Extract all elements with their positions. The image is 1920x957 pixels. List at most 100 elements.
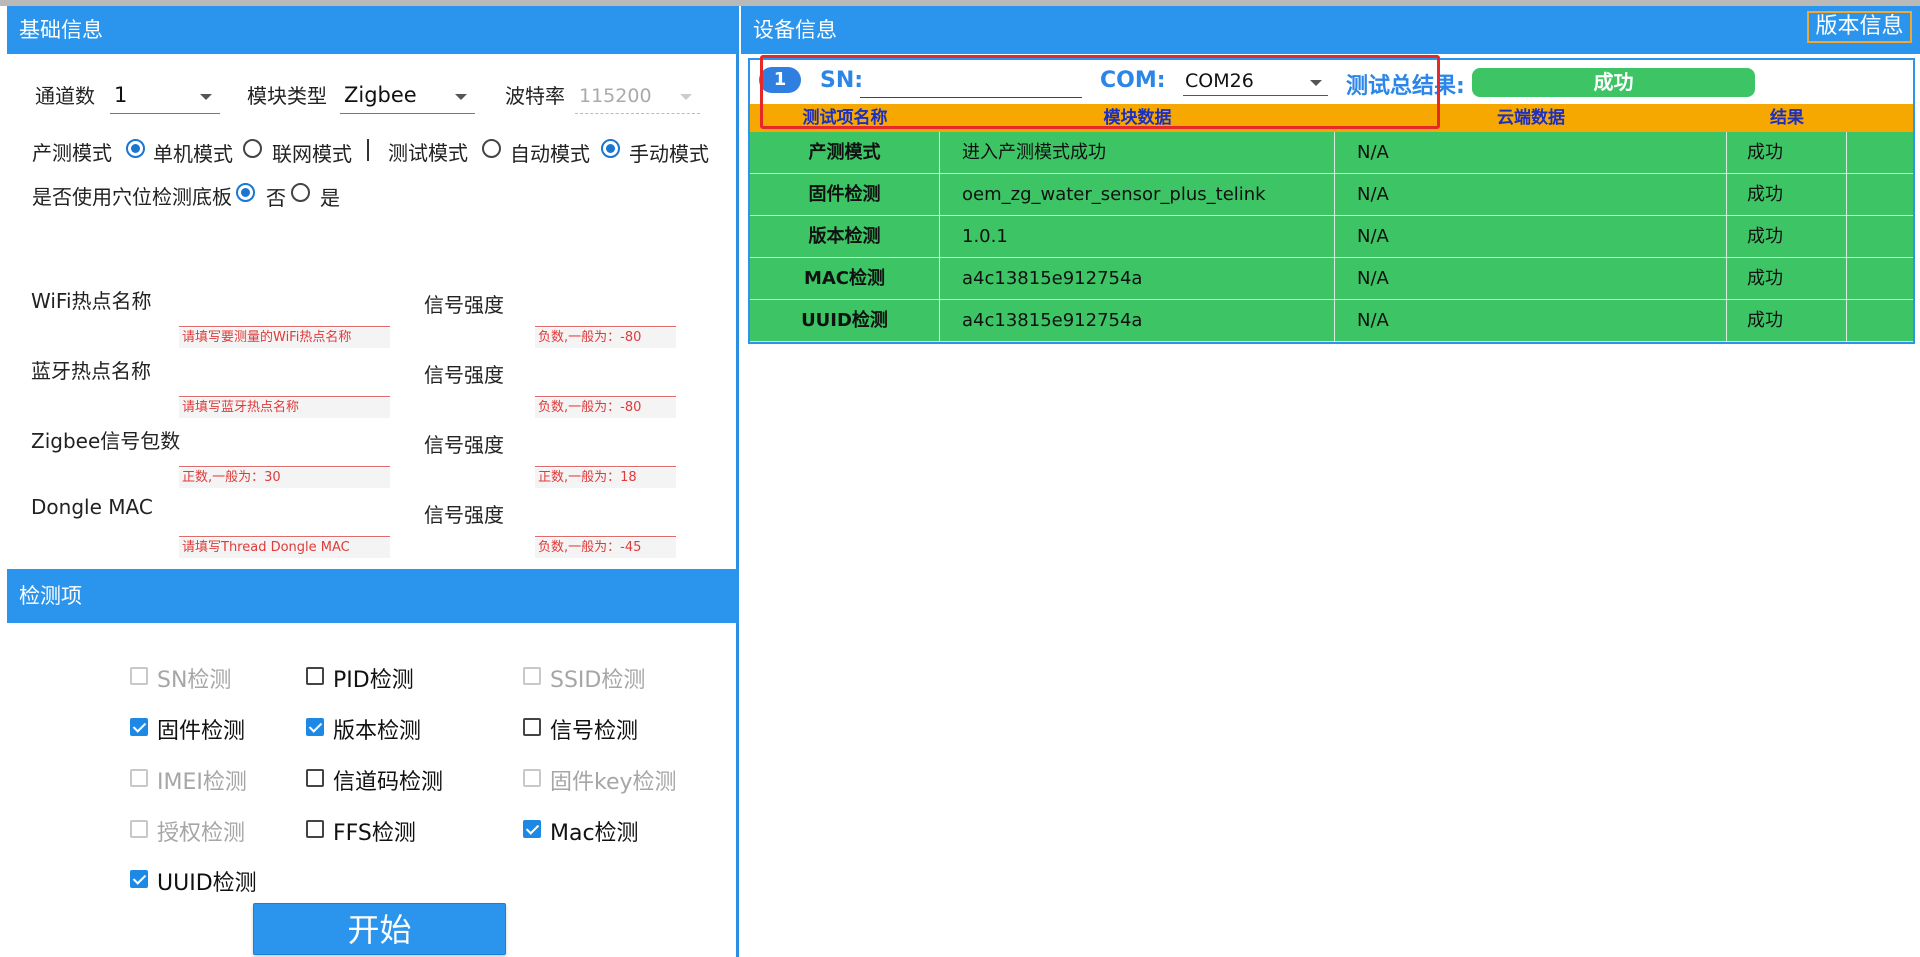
- baud-select[interactable]: 115200: [575, 78, 700, 114]
- channels-label: 通道数: [35, 84, 95, 108]
- table-row: 产测模式 进入产测模式成功 N/A 成功: [750, 132, 1913, 174]
- checkbox-firmware-key[interactable]: [523, 769, 541, 787]
- zigbee-label: Zigbee信号包数: [31, 429, 181, 453]
- radio-auto[interactable]: [482, 139, 501, 158]
- wifi-signal-label: 信号强度: [424, 293, 504, 317]
- checkbox-mac[interactable]: [523, 820, 541, 838]
- device-info-title: 设备信息: [753, 18, 837, 42]
- checkbox-auth[interactable]: [130, 820, 148, 838]
- col-header-result: 结果: [1770, 108, 1804, 128]
- checkbox-version-label: 版本检测: [333, 719, 422, 744]
- radio-network-label: 联网模式: [272, 142, 352, 166]
- channels-select[interactable]: 1: [110, 78, 220, 114]
- cave-label: 是否使用穴位检测底板: [32, 185, 232, 209]
- radio-auto-label: 自动模式: [510, 142, 590, 166]
- radio-cave-no[interactable]: [236, 183, 255, 202]
- dongle-input[interactable]: [179, 513, 390, 537]
- table-row: 版本检测 1.0.1 N/A 成功: [750, 216, 1913, 258]
- radio-manual[interactable]: [601, 139, 620, 158]
- cell-result: 成功: [1727, 216, 1847, 258]
- device-info-panel: 设备信息 版本信息 1 SN: COM: COM26 测试总结果: 成功 测试项…: [741, 6, 1920, 957]
- checkbox-pid[interactable]: [306, 667, 324, 685]
- checkbox-ffs[interactable]: [306, 820, 324, 838]
- baud-value: 115200: [579, 85, 652, 107]
- chevron-down-icon: [200, 94, 212, 100]
- cell-cloud: N/A: [1335, 174, 1727, 216]
- checks-header: 检测项: [7, 569, 739, 623]
- checkbox-sn-label: SN检测: [157, 668, 232, 693]
- zigbee-signal-hint: 正数,一般为：18: [535, 468, 676, 488]
- bt-hint: 请填写蓝牙热点名称: [179, 398, 390, 418]
- zigbee-signal-label: 信号强度: [424, 433, 504, 457]
- device-info-header: 设备信息: [741, 6, 1920, 54]
- checkbox-ssid-label: SSID检测: [550, 668, 646, 693]
- zigbee-input[interactable]: [179, 443, 390, 467]
- bt-input[interactable]: [179, 373, 390, 397]
- checkbox-pid-label: PID检测: [333, 668, 414, 693]
- chevron-down-icon: [680, 94, 692, 100]
- cell-item: UUID检测: [750, 300, 940, 342]
- start-button[interactable]: 开始: [253, 903, 506, 955]
- checkbox-firmware-label: 固件检测: [157, 719, 246, 744]
- cell-module: a4c13815e912754a: [940, 300, 1335, 342]
- baud-label: 波特率: [505, 84, 565, 108]
- prod-mode-label: 产测模式: [32, 141, 112, 165]
- module-type-label: 模块类型: [247, 84, 327, 108]
- cell-result: 成功: [1727, 174, 1847, 216]
- cell-module: oem_zg_water_sensor_plus_telink: [940, 174, 1335, 216]
- cell-module: 1.0.1: [940, 216, 1335, 258]
- wifi-input[interactable]: [179, 303, 390, 327]
- dongle-signal-input[interactable]: [535, 513, 676, 537]
- checkbox-channel-code-label: 信道码检测: [333, 770, 444, 795]
- total-result-badge: 成功: [1472, 68, 1755, 97]
- checkbox-mac-label: Mac检测: [550, 821, 639, 846]
- test-mode-label: 测试模式: [388, 141, 468, 165]
- radio-cave-yes-label: 是: [320, 186, 340, 210]
- module-type-select[interactable]: Zigbee: [340, 78, 475, 114]
- checkbox-ssid[interactable]: [523, 667, 541, 685]
- basic-info-panel: 基础信息 通道数 1 模块类型 Zigbee 波特率 115200 产测模式 单…: [7, 6, 739, 957]
- cell-item: 固件检测: [750, 174, 940, 216]
- bt-signal-hint: 负数,一般为：-80: [535, 398, 676, 418]
- module-type-value: Zigbee: [344, 83, 417, 107]
- bt-signal-input[interactable]: [535, 373, 676, 397]
- checkbox-imei-label: IMEI检测: [157, 770, 247, 795]
- radio-cave-yes[interactable]: [291, 183, 310, 202]
- checkbox-firmware[interactable]: [130, 718, 148, 736]
- radio-standalone[interactable]: [126, 139, 145, 158]
- checkbox-sn[interactable]: [130, 667, 148, 685]
- dongle-signal-hint: 负数,一般为：-45: [535, 538, 676, 558]
- table-row: UUID检测 a4c13815e912754a N/A 成功: [750, 300, 1913, 342]
- checkbox-channel-code[interactable]: [306, 769, 324, 787]
- channels-value: 1: [114, 83, 128, 107]
- zigbee-hint: 正数,一般为：30: [179, 468, 390, 488]
- checkbox-uuid[interactable]: [130, 870, 148, 888]
- radio-network[interactable]: [243, 139, 262, 158]
- cell-cloud: N/A: [1335, 132, 1727, 174]
- wifi-signal-input[interactable]: [535, 303, 676, 327]
- zigbee-signal-input[interactable]: [535, 443, 676, 467]
- cell-cloud: N/A: [1335, 300, 1727, 342]
- checkbox-imei[interactable]: [130, 769, 148, 787]
- dongle-label: Dongle MAC: [31, 495, 153, 519]
- checkbox-uuid-label: UUID检测: [157, 871, 257, 896]
- highlight-box: [760, 55, 1440, 129]
- radio-manual-label: 手动模式: [629, 142, 709, 166]
- cell-item: MAC检测: [750, 258, 940, 300]
- cell-item: 产测模式: [750, 132, 940, 174]
- checkbox-firmware-key-label: 固件key检测: [550, 770, 677, 795]
- checkbox-auth-label: 授权检测: [157, 821, 246, 846]
- dongle-hint: 请填写Thread Dongle MAC: [179, 538, 390, 558]
- divider: [367, 139, 369, 161]
- chevron-down-icon: [455, 94, 467, 100]
- cell-module: 进入产测模式成功: [940, 132, 1335, 174]
- checkbox-signal-label: 信号检测: [550, 719, 639, 744]
- cell-module: a4c13815e912754a: [940, 258, 1335, 300]
- checkbox-signal[interactable]: [523, 718, 541, 736]
- basic-info-header: 基础信息: [7, 6, 739, 54]
- cell-result: 成功: [1727, 300, 1847, 342]
- dongle-signal-label: 信号强度: [424, 503, 504, 527]
- bt-signal-label: 信号强度: [424, 363, 504, 387]
- checkbox-version[interactable]: [306, 718, 324, 736]
- version-info-button[interactable]: 版本信息: [1807, 11, 1912, 43]
